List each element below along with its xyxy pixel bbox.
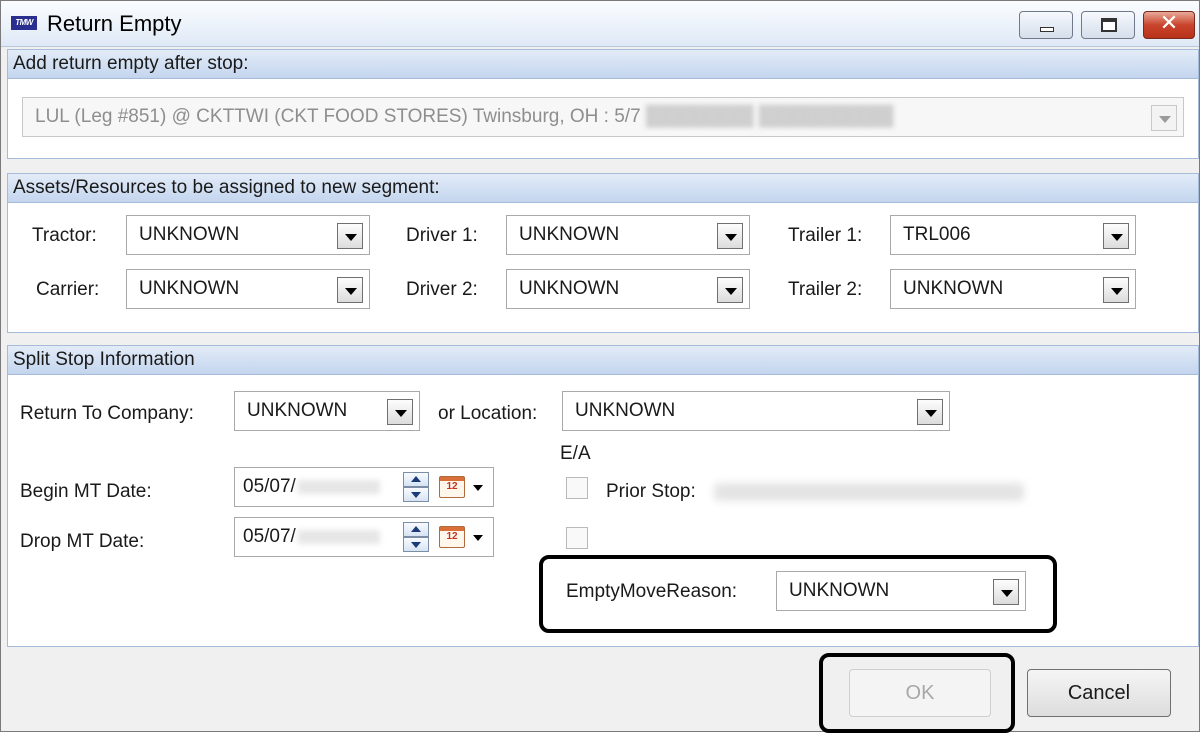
maximize-icon bbox=[1101, 18, 1117, 32]
add-after-stop-section: LUL (Leg #851) @ CKTTWI (CKT FOOD STORES… bbox=[7, 79, 1199, 159]
begin-mt-date-value: 05/07/ bbox=[243, 476, 296, 497]
stop-select-value: LUL (Leg #851) @ CKTTWI (CKT FOOD STORES… bbox=[35, 106, 641, 127]
add-after-stop-header: Add return empty after stop: bbox=[7, 49, 1199, 79]
calendar-icon[interactable]: 12 bbox=[439, 476, 465, 498]
chevron-down-icon[interactable] bbox=[387, 399, 413, 425]
driver1-select[interactable]: UNKNOWN bbox=[506, 215, 750, 255]
trailer2-select[interactable]: UNKNOWN bbox=[890, 269, 1136, 309]
drop-mt-date-picker[interactable]: 05/07/ 12 bbox=[234, 517, 494, 557]
tractor-select-value: UNKNOWN bbox=[139, 224, 240, 245]
drop-date-spinner[interactable] bbox=[403, 522, 429, 552]
chevron-down-icon[interactable] bbox=[717, 223, 743, 249]
assets-section: Tractor: UNKNOWN Carrier: UNKNOWN Driver… bbox=[7, 203, 1199, 333]
return-company-select[interactable]: UNKNOWN bbox=[234, 391, 420, 431]
minimize-icon bbox=[1040, 27, 1054, 32]
trailer2-select-value: UNKNOWN bbox=[903, 278, 1004, 299]
trailer1-label: Trailer 1: bbox=[788, 225, 863, 246]
calendar-icon[interactable]: 12 bbox=[439, 526, 465, 548]
ea-label: E/A bbox=[560, 443, 591, 464]
chevron-down-icon[interactable] bbox=[337, 223, 363, 249]
return-company-value: UNKNOWN bbox=[247, 400, 348, 421]
carrier-select-value: UNKNOWN bbox=[139, 278, 240, 299]
chevron-down-icon[interactable] bbox=[337, 277, 363, 303]
chevron-down-icon[interactable] bbox=[717, 277, 743, 303]
driver2-label: Driver 2: bbox=[406, 279, 478, 300]
redacted-text bbox=[297, 529, 380, 544]
location-value: UNKNOWN bbox=[575, 400, 676, 421]
begin-date-spinner[interactable] bbox=[403, 472, 429, 502]
close-icon: ✕ bbox=[1159, 10, 1179, 35]
spin-up-icon[interactable] bbox=[403, 522, 429, 537]
ea-begin-checkbox[interactable] bbox=[566, 477, 588, 499]
spin-down-icon[interactable] bbox=[403, 487, 429, 502]
empty-move-reason-highlight bbox=[539, 555, 1057, 633]
split-stop-header: Split Stop Information bbox=[7, 345, 1199, 375]
tractor-label: Tractor: bbox=[32, 225, 97, 246]
drop-mt-date-value: 05/07/ bbox=[243, 526, 296, 547]
ok-button-highlight bbox=[819, 653, 1015, 733]
drop-mt-date-label: Drop MT Date: bbox=[20, 531, 145, 552]
carrier-label: Carrier: bbox=[36, 279, 100, 300]
trailer1-select[interactable]: TRL006 bbox=[890, 215, 1136, 255]
calendar-dropdown-icon[interactable] bbox=[473, 535, 483, 541]
spin-down-icon[interactable] bbox=[403, 537, 429, 552]
stop-select[interactable]: LUL (Leg #851) @ CKTTWI (CKT FOOD STORES… bbox=[22, 97, 1184, 137]
driver2-select-value: UNKNOWN bbox=[519, 278, 620, 299]
redacted-text bbox=[297, 479, 380, 494]
redacted-text: ████████ ██████████ bbox=[640, 106, 894, 127]
spin-up-icon[interactable] bbox=[403, 472, 429, 487]
close-button[interactable]: ✕ bbox=[1143, 10, 1195, 39]
location-select[interactable]: UNKNOWN bbox=[562, 391, 950, 431]
carrier-select[interactable]: UNKNOWN bbox=[126, 269, 370, 309]
prior-stop-label: Prior Stop: bbox=[606, 481, 696, 502]
calendar-dropdown-icon[interactable] bbox=[473, 485, 483, 491]
ea-drop-checkbox[interactable] bbox=[566, 527, 588, 549]
chevron-down-icon[interactable] bbox=[1103, 277, 1129, 303]
trailer1-select-value: TRL006 bbox=[903, 224, 971, 245]
minimize-button[interactable] bbox=[1019, 11, 1073, 39]
return-empty-dialog: TMW Return Empty ✕ Add return empty afte… bbox=[0, 0, 1200, 733]
chevron-down-icon[interactable] bbox=[917, 399, 943, 425]
chevron-down-icon[interactable] bbox=[1151, 105, 1177, 131]
begin-mt-date-picker[interactable]: 05/07/ 12 bbox=[234, 467, 494, 507]
chevron-down-icon[interactable] bbox=[1103, 223, 1129, 249]
prior-stop-value-redacted bbox=[714, 483, 1024, 501]
driver1-select-value: UNKNOWN bbox=[519, 224, 620, 245]
location-label: or Location: bbox=[438, 403, 538, 424]
return-company-label: Return To Company: bbox=[20, 403, 194, 424]
trailer2-label: Trailer 2: bbox=[788, 279, 863, 300]
app-logo-icon: TMW bbox=[11, 16, 37, 30]
title-bar: TMW Return Empty ✕ bbox=[1, 1, 1199, 47]
cancel-button[interactable]: Cancel bbox=[1027, 669, 1171, 717]
driver2-select[interactable]: UNKNOWN bbox=[506, 269, 750, 309]
driver1-label: Driver 1: bbox=[406, 225, 478, 246]
window-title: Return Empty bbox=[47, 11, 182, 36]
begin-mt-date-label: Begin MT Date: bbox=[20, 481, 152, 502]
tractor-select[interactable]: UNKNOWN bbox=[126, 215, 370, 255]
maximize-button[interactable] bbox=[1081, 11, 1135, 39]
assets-header: Assets/Resources to be assigned to new s… bbox=[7, 173, 1199, 203]
